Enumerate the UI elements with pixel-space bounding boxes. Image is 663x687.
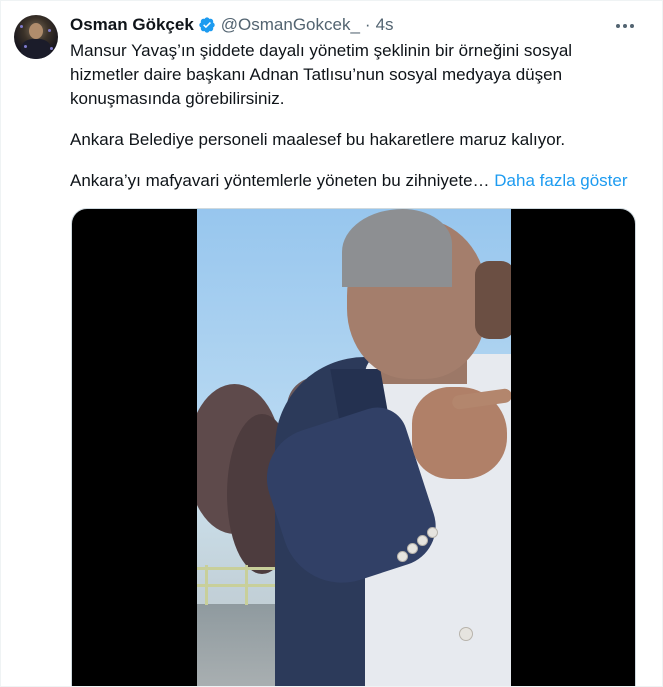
verified-badge-icon — [199, 17, 215, 33]
more-dots-icon — [616, 24, 620, 28]
author-handle[interactable]: @OsmanGokcek_ — [221, 15, 360, 35]
tweet-paragraph-3: Ankara’yı mafyavari yöntemlerle yöneten … — [70, 169, 635, 193]
tweet-paragraph-2: Ankara Belediye personeli maalesef bu ha… — [70, 130, 566, 149]
tweet-card[interactable]: Osman Gökçek @OsmanGokcek_ · 4s Mansur Y… — [0, 0, 663, 687]
video-player[interactable] — [71, 208, 636, 686]
timestamp[interactable]: 4s — [376, 15, 394, 35]
more-options-button[interactable] — [613, 15, 637, 37]
tweet-text: Mansur Yavaş’ın şiddete dayalı yönetim ş… — [70, 39, 635, 193]
tweet-header: Osman Gökçek @OsmanGokcek_ · 4s — [70, 14, 394, 36]
show-more-link[interactable]: Daha fazla göster — [494, 171, 627, 190]
tweet-paragraph-3-text: Ankara’yı mafyavari yöntemlerle yöneten … — [70, 171, 490, 190]
tweet-paragraph-1: Mansur Yavaş’ın şiddete dayalı yönetim ş… — [70, 41, 573, 108]
video-frame — [197, 209, 511, 686]
avatar[interactable] — [14, 15, 58, 59]
author-name[interactable]: Osman Gökçek — [70, 15, 194, 35]
separator-dot: · — [364, 15, 371, 34]
